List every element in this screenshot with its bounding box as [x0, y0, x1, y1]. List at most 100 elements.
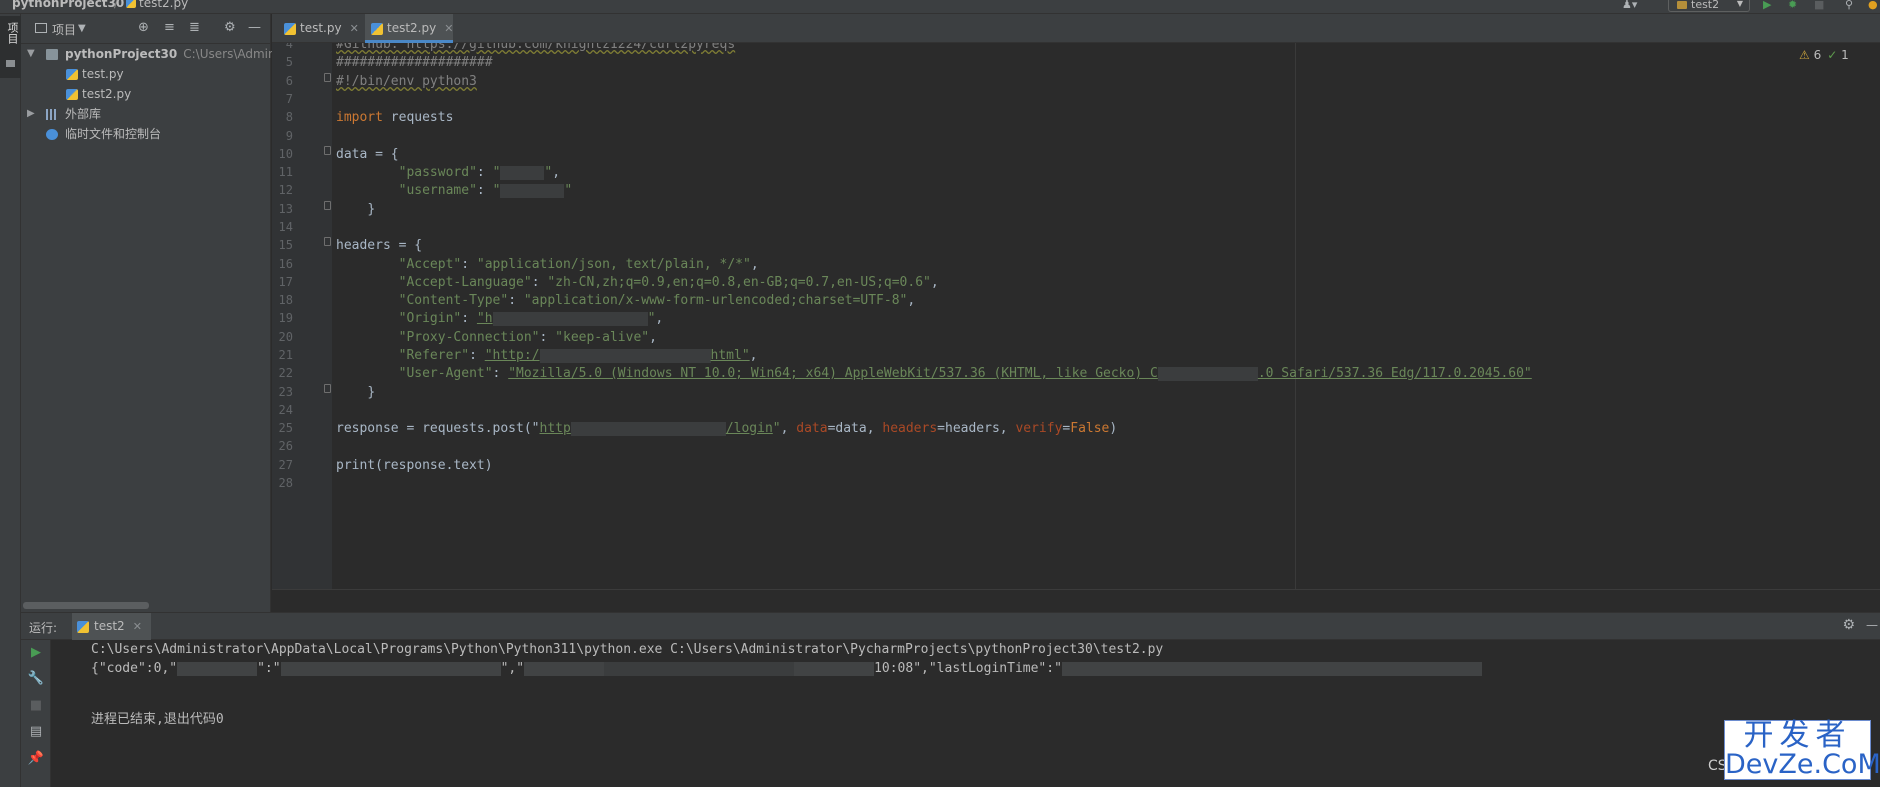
tab-test-py[interactable]: test.py ✕ [278, 14, 359, 43]
wrench-icon[interactable]: 🔧 [27, 670, 45, 688]
close-icon[interactable]: ✕ [444, 22, 453, 35]
chevron-down-icon: ▼ [1736, 0, 1743, 8]
hide-icon[interactable]: — [248, 20, 261, 35]
redacted-block [500, 183, 565, 198]
editor-tab-bar: test.py ✕ test2.py ✕ [272, 14, 1880, 43]
param-name: headers [882, 421, 938, 436]
string-literal: " [647, 311, 656, 326]
fold-marker[interactable] [324, 237, 331, 246]
code-line-17: "Accept-Language": "zh-CN,zh;q=0.9,en;q=… [398, 275, 939, 290]
tree-item-external-libraries[interactable]: ▶ 外部库 [21, 104, 271, 124]
line-number: 14 [278, 220, 293, 234]
param-name: verify [1015, 421, 1063, 436]
url-literal[interactable]: /login [726, 421, 773, 436]
tree-item-project-root[interactable]: ▼ pythonProject30 C:\Users\Adminis [21, 44, 285, 64]
library-icon [46, 109, 58, 120]
folder-icon [46, 49, 58, 60]
code-line-25: response = requests.post("http/login", d… [336, 421, 1118, 436]
fold-marker[interactable] [324, 201, 331, 210]
locate-icon[interactable]: ⊕ [138, 20, 149, 35]
ok-count: 1 [1841, 48, 1849, 62]
code-line-11: "password": " ", [398, 165, 561, 180]
redacted-block [794, 661, 875, 676]
expand-all-icon[interactable]: ≡ [164, 20, 175, 35]
tab-label: test2.py [387, 21, 437, 35]
watermark-logo: 开发者 DevZe.CoM [1724, 720, 1880, 780]
stop-icon[interactable]: ■ [1814, 0, 1824, 11]
breadcrumb-file[interactable]: test2.py [126, 0, 188, 10]
code-line-15: headers = { [336, 238, 422, 253]
gear-icon[interactable]: ⚙ [224, 20, 236, 35]
code-editor[interactable]: ⚠ 6✓ 1 ↗ 中 ☾ °, ♟ ⚙ 4 5 6 7 8 9 10 11 12… [272, 43, 1880, 589]
tree-item-label: test2.py [82, 87, 132, 101]
project-tool-tab[interactable]: 项目 [0, 16, 21, 78]
code-line-5: #################### [336, 55, 493, 70]
close-icon[interactable]: ✕ [133, 620, 142, 633]
breadcrumb-separator: / [114, 0, 119, 10]
redacted-block [492, 311, 648, 326]
line-number: 20 [278, 330, 293, 344]
pin-icon[interactable]: 📌 [27, 750, 45, 768]
rerun-icon[interactable]: ▶ [27, 644, 45, 662]
editor-scrollbar[interactable] [272, 589, 1880, 612]
redacted-block [524, 661, 605, 676]
fold-marker[interactable] [324, 146, 331, 155]
chevron-down-icon[interactable]: ▼ [27, 44, 35, 64]
user-icon[interactable]: ♟▾ [1622, 0, 1637, 11]
project-root-label: pythonProject30 [65, 47, 178, 61]
string-literal: " [492, 183, 501, 198]
tree-item-scratches[interactable]: 临时文件和控制台 [21, 124, 271, 144]
fold-marker[interactable] [324, 384, 331, 393]
url-literal[interactable]: .0 Safari/537.36 Edg/117.0.2045.60" [1258, 366, 1532, 381]
breadcrumb-project[interactable]: pythonProject30 [12, 0, 124, 10]
run-console[interactable]: C:\Users\Administrator\AppData\Local\Pro… [51, 640, 1880, 787]
run-icon[interactable]: ▶ [1763, 0, 1771, 11]
stop-icon[interactable]: ■ [27, 697, 45, 715]
collapse-all-icon[interactable]: ≣ [189, 20, 200, 35]
chevron-down-icon[interactable]: ▼ [78, 23, 86, 34]
debug-icon[interactable]: ✹ [1788, 0, 1797, 11]
tree-item-test-py[interactable]: test.py [21, 64, 271, 84]
run-panel-header: 运行: test2 ✕ ⚙ — [21, 612, 1880, 640]
tree-item-label: 外部库 [65, 107, 102, 121]
hide-icon[interactable]: — [1866, 618, 1878, 632]
run-config-label: test2 [1691, 0, 1720, 11]
tab-run-test2[interactable]: test2 ✕ [72, 613, 151, 640]
string-literal: " [492, 165, 501, 180]
project-panel-title[interactable]: 项目 [52, 21, 76, 38]
tab-test2-py[interactable]: test2.py ✕ [365, 14, 454, 43]
url-literal[interactable]: http [540, 421, 571, 436]
tree-item-label: test.py [82, 67, 124, 81]
chevron-right-icon[interactable]: ▶ [27, 104, 35, 124]
console-command-line: C:\Users\Administrator\AppData\Local\Pro… [91, 642, 1164, 657]
line-number: 24 [278, 403, 293, 417]
url-literal[interactable]: "http:/ [485, 348, 540, 363]
fold-marker[interactable] [324, 73, 331, 82]
line-number: 10 [278, 147, 293, 161]
string-literal: "application/json, text/plain, */*" [476, 257, 751, 272]
close-icon[interactable]: ✕ [350, 22, 359, 35]
code-line-20: "Proxy-Connection": "keep-alive", [398, 330, 657, 345]
update-icon[interactable]: ● [1868, 0, 1878, 11]
project-panel-scrollbar[interactable] [23, 602, 149, 609]
url-literal[interactable]: "h [477, 311, 493, 326]
search-icon[interactable]: ⚲ [1845, 0, 1853, 11]
line-number: 23 [278, 385, 293, 399]
run-config-selector[interactable]: test2 ▼ [1668, 0, 1750, 12]
code-line-21: "Referer": "http:/html", [398, 348, 758, 363]
keyword: False [1070, 421, 1110, 436]
keyword: import [336, 110, 383, 125]
code-line-6: #!/bin/env python3 [336, 74, 477, 89]
code-line-10: data = { [336, 147, 399, 162]
console-output-line: {"code":0," ":" "," 10:08","lastLoginTime":… [91, 661, 1482, 676]
string-literal: "zh-CN,zh;q=0.9,en;q=0.8,en-GB;q=0.7,en-… [547, 275, 931, 290]
gear-icon[interactable]: ⚙ [1842, 617, 1855, 633]
url-literal[interactable]: html" [711, 348, 750, 363]
layout-icon[interactable]: ▤ [27, 723, 45, 741]
line-number: 25 [278, 421, 293, 435]
tab-label: test.py [300, 21, 342, 35]
tree-item-test2-py[interactable]: test2.py [21, 84, 271, 104]
inspection-widget[interactable]: ⚠ 6 ✓ 1 [1799, 48, 1849, 62]
config-icon [1677, 1, 1687, 9]
url-literal[interactable]: "Mozilla/5.0 (Windows NT 10.0; Win64; x6… [508, 366, 1158, 381]
